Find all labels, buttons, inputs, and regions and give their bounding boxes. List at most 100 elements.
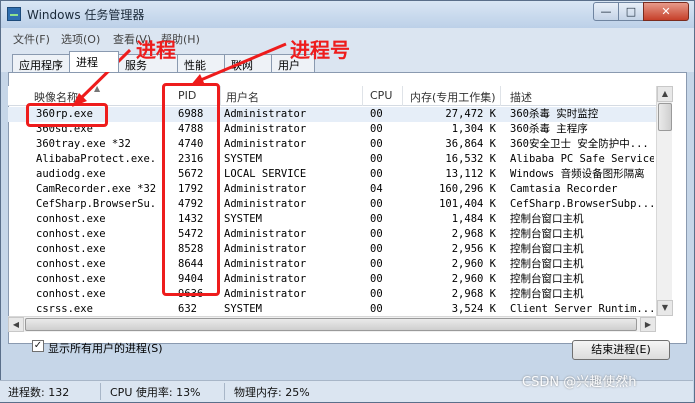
row-user: Administrator — [224, 228, 307, 240]
row-cpu: 00 — [370, 243, 383, 255]
tab-networking[interactable]: 联网 — [224, 54, 272, 72]
column-cpu[interactable]: CPU — [370, 89, 392, 102]
column-separator[interactable] — [220, 86, 221, 106]
row-user: LOCAL SERVICE — [224, 168, 307, 180]
scroll-thumb[interactable] — [658, 103, 672, 131]
maximize-button[interactable]: □ — [618, 2, 644, 21]
row-memory: 2,968 K — [451, 288, 496, 300]
row-memory: 16,532 K — [445, 153, 496, 165]
row-cpu: 00 — [370, 303, 383, 315]
close-button[interactable]: ✕ — [643, 2, 689, 21]
column-separator[interactable] — [500, 86, 501, 106]
row-image-name: conhost.exe — [36, 213, 106, 225]
row-description: Client Server Runtim... — [510, 303, 654, 315]
row-memory: 13,112 K — [445, 168, 496, 180]
row-user: Administrator — [224, 138, 307, 150]
row-user: SYSTEM — [224, 153, 262, 165]
row-memory: 2,956 K — [451, 243, 496, 255]
scroll-down-arrow-icon[interactable]: ▼ — [657, 300, 673, 316]
column-separator[interactable] — [362, 86, 363, 106]
row-memory: 2,960 K — [451, 273, 496, 285]
row-cpu: 00 — [370, 123, 383, 135]
column-user-name[interactable]: 用户名 — [226, 89, 259, 105]
row-image-name: conhost.exe — [36, 273, 106, 285]
table-row[interactable]: CamRecorder.exe *32 1792 Administrator 0… — [8, 182, 656, 197]
row-memory: 2,960 K — [451, 258, 496, 270]
table-row[interactable]: conhost.exe 9636 Administrator 00 2,968 … — [8, 287, 656, 302]
row-cpu: 00 — [370, 198, 383, 210]
watermark: CSDN @兴趣使然h — [522, 375, 637, 390]
scroll-left-arrow-icon[interactable]: ◀ — [8, 317, 24, 332]
tab-processes[interactable]: 进程 — [69, 51, 119, 72]
row-image-name: 360tray.exe *32 — [36, 138, 131, 150]
cpu-usage: CPU 使用率: 13% — [110, 386, 201, 399]
end-process-button[interactable]: 结束进程(E) — [572, 340, 670, 360]
row-memory: 2,968 K — [451, 228, 496, 240]
row-cpu: 00 — [370, 138, 383, 150]
pid-highlight-box — [162, 83, 220, 296]
process-annotation-label: 进程 — [136, 38, 176, 62]
checkmark-icon: ✓ — [33, 340, 43, 351]
tab-applications[interactable]: 应用程序 — [12, 54, 70, 72]
row-pid: 632 — [178, 303, 197, 315]
table-row[interactable]: 360tray.exe *32 4740 Administrator 00 36… — [8, 137, 656, 152]
row-image-name: conhost.exe — [36, 243, 106, 255]
status-separator — [100, 383, 101, 400]
show-all-users-checkbox[interactable]: ✓ — [32, 340, 44, 352]
task-manager-icon — [7, 7, 21, 21]
row-image-name: conhost.exe — [36, 258, 106, 270]
table-row[interactable]: CefSharp.BrowserSu... 4792 Administrator… — [8, 197, 656, 212]
row-image-name: csrss.exe — [36, 303, 93, 315]
sort-arrow-icon: ▲ — [94, 84, 101, 93]
horizontal-scrollbar[interactable]: ◀ ▶ — [8, 316, 656, 332]
row-description: CefSharp.BrowserSubp... — [510, 198, 654, 210]
table-row[interactable]: conhost.exe 8644 Administrator 00 2,960 … — [8, 257, 656, 272]
menu-file[interactable]: 文件(F) — [13, 31, 50, 47]
pid-annotation-label: 进程号 — [290, 38, 350, 62]
row-user: Administrator — [224, 183, 307, 195]
row-image-name: AlibabaProtect.exe... — [36, 153, 158, 165]
row-description: 控制台窗口主机 — [510, 213, 584, 225]
table-row[interactable]: csrss.exe 632 SYSTEM 00 3,524 K Client S… — [8, 302, 656, 317]
scroll-up-arrow-icon[interactable]: ▲ — [657, 86, 673, 102]
menu-options[interactable]: 选项(O) — [61, 31, 100, 47]
row-cpu: 00 — [370, 168, 383, 180]
minimize-button[interactable]: — — [593, 2, 619, 21]
row-image-name: conhost.exe — [36, 228, 106, 240]
horizontal-scroll-thumb[interactable] — [25, 318, 637, 331]
row-memory: 101,404 K — [439, 198, 496, 210]
row-description: 360杀毒 实时监控 — [510, 108, 599, 120]
row-memory: 36,864 K — [445, 138, 496, 150]
row-memory: 1,304 K — [451, 123, 496, 135]
table-row[interactable]: conhost.exe 1432 SYSTEM 00 1,484 K 控制台窗口… — [8, 212, 656, 227]
row-description: 控制台窗口主机 — [510, 243, 584, 255]
table-row[interactable]: AlibabaProtect.exe... 2316 SYSTEM 00 16,… — [8, 152, 656, 167]
row-user: Administrator — [224, 198, 307, 210]
row-memory: 1,484 K — [451, 213, 496, 225]
show-all-users-label[interactable]: 显示所有用户的进程(S) — [48, 340, 163, 356]
row-description: 控制台窗口主机 — [510, 273, 584, 285]
row-image-name: CefSharp.BrowserSu... — [36, 198, 158, 210]
tab-performance[interactable]: 性能 — [177, 54, 225, 72]
column-separator[interactable] — [402, 86, 403, 106]
row-user: Administrator — [224, 243, 307, 255]
table-row[interactable]: conhost.exe 5472 Administrator 00 2,968 … — [8, 227, 656, 242]
column-memory[interactable]: 内存(专用工作集) — [410, 89, 496, 105]
scroll-right-arrow-icon[interactable]: ▶ — [640, 317, 656, 332]
process-count: 进程数: 132 — [8, 386, 70, 399]
row-description: 360杀毒 主程序 — [510, 123, 588, 135]
table-row[interactable]: audiodg.exe 5672 LOCAL SERVICE 00 13,112… — [8, 167, 656, 182]
row-user: SYSTEM — [224, 303, 262, 315]
row-description: 360安全卫士 安全防护中... — [510, 138, 649, 150]
row-description: 控制台窗口主机 — [510, 288, 584, 300]
vertical-scrollbar[interactable]: ▲ ▼ — [656, 86, 673, 316]
row-user: Administrator — [224, 258, 307, 270]
row-memory: 27,472 K — [445, 108, 496, 120]
row-cpu: 00 — [370, 258, 383, 270]
title-bar[interactable]: Windows 任务管理器 — □ ✕ — [1, 1, 694, 28]
table-row[interactable]: conhost.exe 8528 Administrator 00 2,956 … — [8, 242, 656, 257]
column-description[interactable]: 描述 — [510, 89, 532, 105]
table-row[interactable]: conhost.exe 9404 Administrator 00 2,960 … — [8, 272, 656, 287]
row-description: 控制台窗口主机 — [510, 228, 584, 240]
row-user: Administrator — [224, 273, 307, 285]
